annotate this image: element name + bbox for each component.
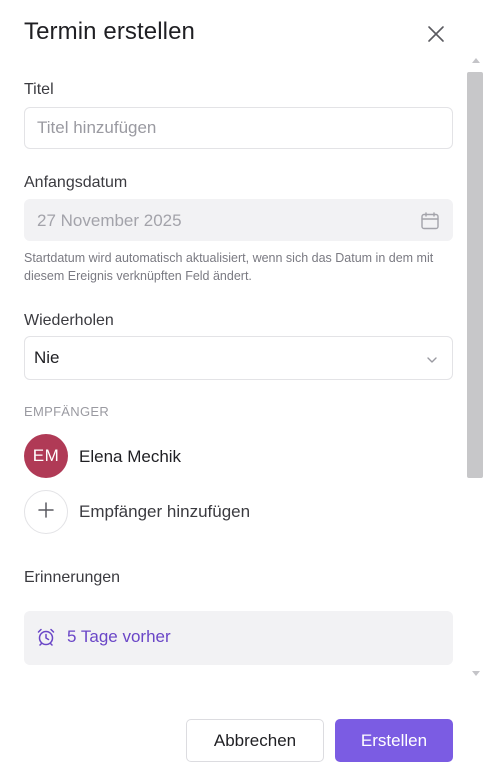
- start-date-value: 27 November 2025: [37, 211, 182, 230]
- reminder-text: 5 Tage vorher: [67, 627, 171, 646]
- add-recipient-button[interactable]: [24, 490, 68, 534]
- repeat-select[interactable]: Nie: [24, 336, 453, 380]
- start-date-label: Anfangsdatum: [24, 174, 128, 191]
- title-input[interactable]: [25, 108, 452, 148]
- add-recipient-label[interactable]: Empfänger hinzufügen: [79, 502, 250, 522]
- repeat-label: Wiederholen: [24, 312, 114, 329]
- title-label: Titel: [24, 81, 54, 98]
- create-button[interactable]: Erstellen: [335, 719, 453, 762]
- dialog-title: Termin erstellen: [24, 18, 195, 45]
- start-date-hint: Startdatum wird automatisch aktualisiert…: [24, 251, 434, 283]
- title-field-container: [24, 107, 453, 149]
- close-icon[interactable]: [424, 22, 448, 46]
- avatar: EM: [24, 434, 68, 478]
- cancel-button[interactable]: Abbrechen: [186, 719, 324, 762]
- plus-icon: [37, 501, 55, 524]
- reminder-item[interactable]: 5 Tage vorher: [24, 611, 453, 665]
- scrollbar-thumb[interactable]: [467, 72, 483, 478]
- repeat-value: Nie: [34, 348, 60, 367]
- chevron-down-icon: [426, 353, 438, 371]
- reminders-label: Erinnerungen: [24, 569, 121, 586]
- alarm-clock-icon: [36, 627, 56, 652]
- recipients-section-label: EMPFÄNGER: [24, 404, 110, 419]
- calendar-icon: [420, 211, 440, 236]
- scroll-up-arrow-icon[interactable]: [472, 58, 480, 63]
- recipient-name: Elena Mechik: [79, 447, 182, 466]
- scroll-down-arrow-icon[interactable]: [472, 671, 480, 676]
- start-date-field: 27 November 2025: [24, 199, 453, 241]
